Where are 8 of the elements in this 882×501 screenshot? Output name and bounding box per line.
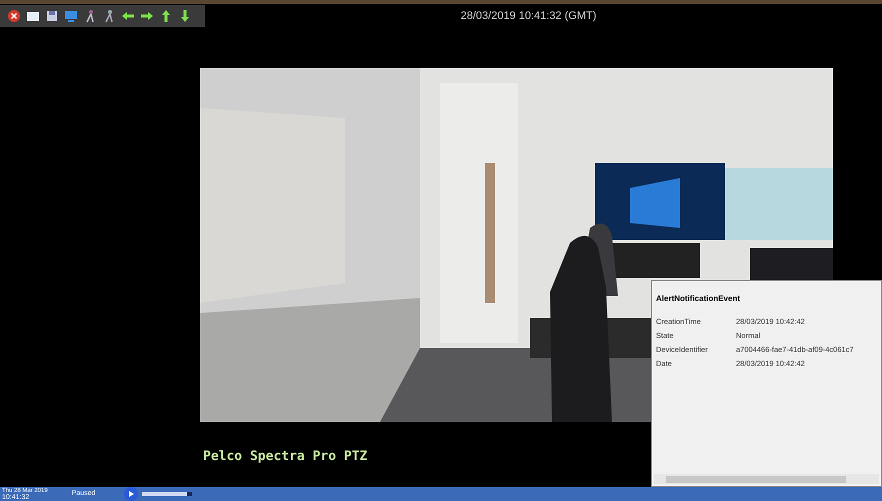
timestamp: 28/03/2019 10:41:32 (GMT) [460, 8, 596, 24]
alert-title: AlertNotificationEvent [656, 294, 740, 303]
speed-slider-fill[interactable] [142, 492, 188, 496]
play-button[interactable] [124, 487, 138, 501]
play-icon [128, 491, 134, 497]
close-icon[interactable] [5, 8, 22, 24]
horizontal-scrollbar[interactable] [654, 474, 879, 484]
camera-name: Pelco Spectra Pro PTZ [203, 449, 368, 464]
